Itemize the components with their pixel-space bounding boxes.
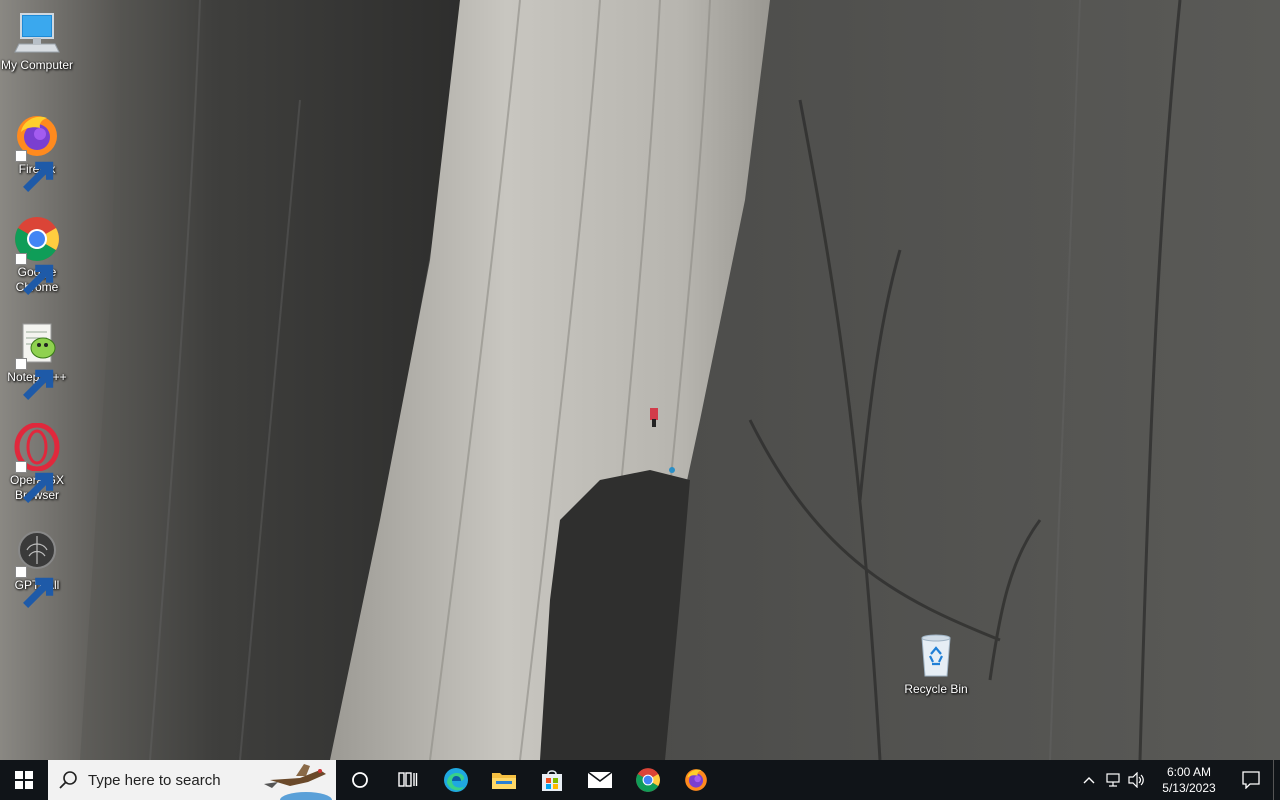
taskbar-file-explorer-button[interactable] bbox=[480, 760, 528, 800]
clock[interactable]: 6:00 AM 5/13/2023 bbox=[1149, 760, 1229, 800]
clock-date: 5/13/2023 bbox=[1162, 781, 1216, 795]
taskbar-edge-button[interactable] bbox=[432, 760, 480, 800]
network-icon bbox=[1106, 773, 1120, 787]
taskbar-search-box[interactable]: Type here to search bbox=[48, 760, 336, 800]
recycle-bin-icon bbox=[912, 632, 960, 680]
search-highlight-image[interactable] bbox=[260, 760, 336, 800]
task-view-icon bbox=[398, 772, 418, 787]
taskbar-firefox-button[interactable] bbox=[672, 760, 720, 800]
folder-icon bbox=[492, 773, 516, 789]
start-button[interactable] bbox=[0, 760, 48, 800]
show-hidden-icons-button[interactable] bbox=[1077, 760, 1101, 800]
search-placeholder: Type here to search bbox=[88, 771, 221, 789]
system-tray: 6:00 AM 5/13/2023 bbox=[1077, 760, 1280, 800]
taskbar: Type here to search 6:00 AM 5/13/2023 bbox=[0, 760, 1280, 800]
desktop-icon-recycle-bin[interactable]: Recycle Bin bbox=[899, 632, 973, 697]
firefox-icon bbox=[685, 769, 707, 791]
volume-button[interactable] bbox=[1125, 760, 1149, 800]
edge-icon bbox=[444, 768, 468, 792]
desktop-icon-gpt4all[interactable]: GPT4All bbox=[0, 528, 74, 608]
search-icon bbox=[59, 771, 77, 789]
firefox-icon bbox=[13, 112, 61, 192]
action-center-button[interactable] bbox=[1229, 760, 1273, 800]
taskbar-chrome-button[interactable] bbox=[624, 760, 672, 800]
desktop-icon-label: My Computer bbox=[0, 58, 74, 72]
task-view-button[interactable] bbox=[384, 760, 432, 800]
taskbar-mail-button[interactable] bbox=[576, 760, 624, 800]
cortana-button[interactable] bbox=[336, 760, 384, 800]
notification-icon bbox=[1242, 771, 1260, 789]
shortcut-arrow-icon bbox=[15, 566, 54, 608]
desktop-wallpaper bbox=[0, 0, 1280, 760]
shortcut-arrow-icon bbox=[15, 253, 54, 295]
notepadpp-icon bbox=[13, 320, 61, 400]
shortcut-arrow-icon bbox=[15, 150, 54, 192]
mail-icon bbox=[587, 771, 613, 788]
computer-icon bbox=[13, 8, 61, 56]
clock-time: 6:00 AM bbox=[1166, 765, 1211, 779]
gpt4all-icon bbox=[13, 528, 61, 608]
desktop-icon-firefox[interactable]: Firefox bbox=[0, 112, 74, 192]
shortcut-arrow-icon bbox=[15, 358, 54, 400]
speaker-icon bbox=[1128, 772, 1144, 788]
desktop-icon-notepadpp[interactable]: Notepad++ bbox=[0, 320, 74, 400]
cortana-icon bbox=[352, 772, 368, 788]
chevron-up-icon bbox=[1083, 777, 1095, 784]
desktop-icon-label: Recycle Bin bbox=[904, 682, 968, 696]
desktop-icon-google-chrome[interactable]: Google Chrome bbox=[0, 215, 74, 295]
chrome-icon bbox=[636, 768, 660, 792]
shortcut-arrow-icon bbox=[15, 461, 54, 503]
desktop-icon-my-computer[interactable]: My Computer bbox=[0, 8, 74, 73]
windows-logo-icon bbox=[15, 771, 33, 789]
chrome-icon bbox=[13, 215, 61, 295]
network-button[interactable] bbox=[1101, 760, 1125, 800]
opera-gx-icon bbox=[13, 423, 61, 503]
show-desktop-button[interactable] bbox=[1273, 760, 1280, 800]
desktop-icon-opera-gx[interactable]: Opera GX Browser bbox=[0, 423, 74, 503]
store-icon bbox=[542, 770, 562, 791]
cliff-wallpaper-image bbox=[0, 0, 1280, 760]
taskbar-store-button[interactable] bbox=[528, 760, 576, 800]
